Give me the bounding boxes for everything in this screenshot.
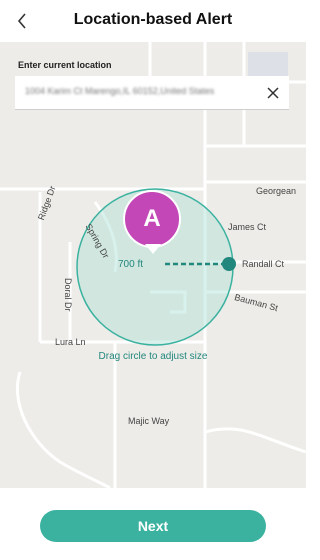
location-value: 1004 Karim Ct Marengo,IL 60152,United St… [25,86,215,96]
street-label: Majic Way [128,416,170,426]
pin-tail [145,244,161,254]
radius-handle[interactable] [222,257,236,271]
close-icon[interactable] [265,85,281,101]
street-label: James Ct [228,222,267,232]
street-label: Georgean [256,186,297,196]
location-input[interactable]: 1004 Karim Ct Marengo,IL 60152,United St… [15,76,289,110]
street-label: Lura Ln [55,337,86,347]
location-label: Enter current location [18,60,112,70]
location-pin[interactable]: A [123,190,181,248]
radius-label: 700 ft [118,259,144,270]
app-header: Location-based Alert [0,0,306,42]
drag-hint: Drag circle to adjust size [98,351,208,362]
page-title: Location-based Alert [73,11,233,28]
footer: Next [0,488,306,560]
pin-letter: A [143,205,161,232]
street-label: Doral Dr [63,278,73,312]
next-button[interactable]: Next [40,510,266,542]
street-label: Randall Ct [242,259,285,269]
